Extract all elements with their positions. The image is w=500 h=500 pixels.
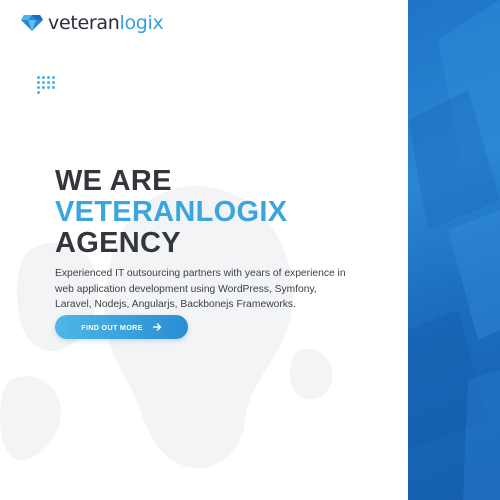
- brand-name-part2: logix: [119, 12, 164, 34]
- diamond-icon: [21, 15, 43, 31]
- find-out-more-label: FIND OUT MORE: [81, 322, 143, 332]
- dots-grid-icon: [37, 76, 55, 94]
- hero-image-panel: [408, 0, 500, 500]
- brand-name-part1: veteran: [48, 12, 120, 34]
- headline-line-1: WE ARE: [55, 165, 172, 197]
- arrow-right-icon: [152, 323, 161, 331]
- page: veteranlogix WE ARE VETERANLOGIX AGENCY …: [0, 0, 500, 500]
- find-out-more-button[interactable]: FIND OUT MORE: [55, 315, 188, 339]
- headline-line-2: VETERANLOGIX: [55, 196, 288, 228]
- hero-description: Experienced IT outsourcing partners with…: [55, 268, 346, 310]
- headline-line-3: AGENCY: [55, 227, 181, 259]
- brand-logo[interactable]: veteranlogix: [20, 12, 164, 34]
- brand-name: veteranlogix: [48, 12, 164, 34]
- hero-headline: WE ARE VETERANLOGIX AGENCY: [55, 166, 395, 259]
